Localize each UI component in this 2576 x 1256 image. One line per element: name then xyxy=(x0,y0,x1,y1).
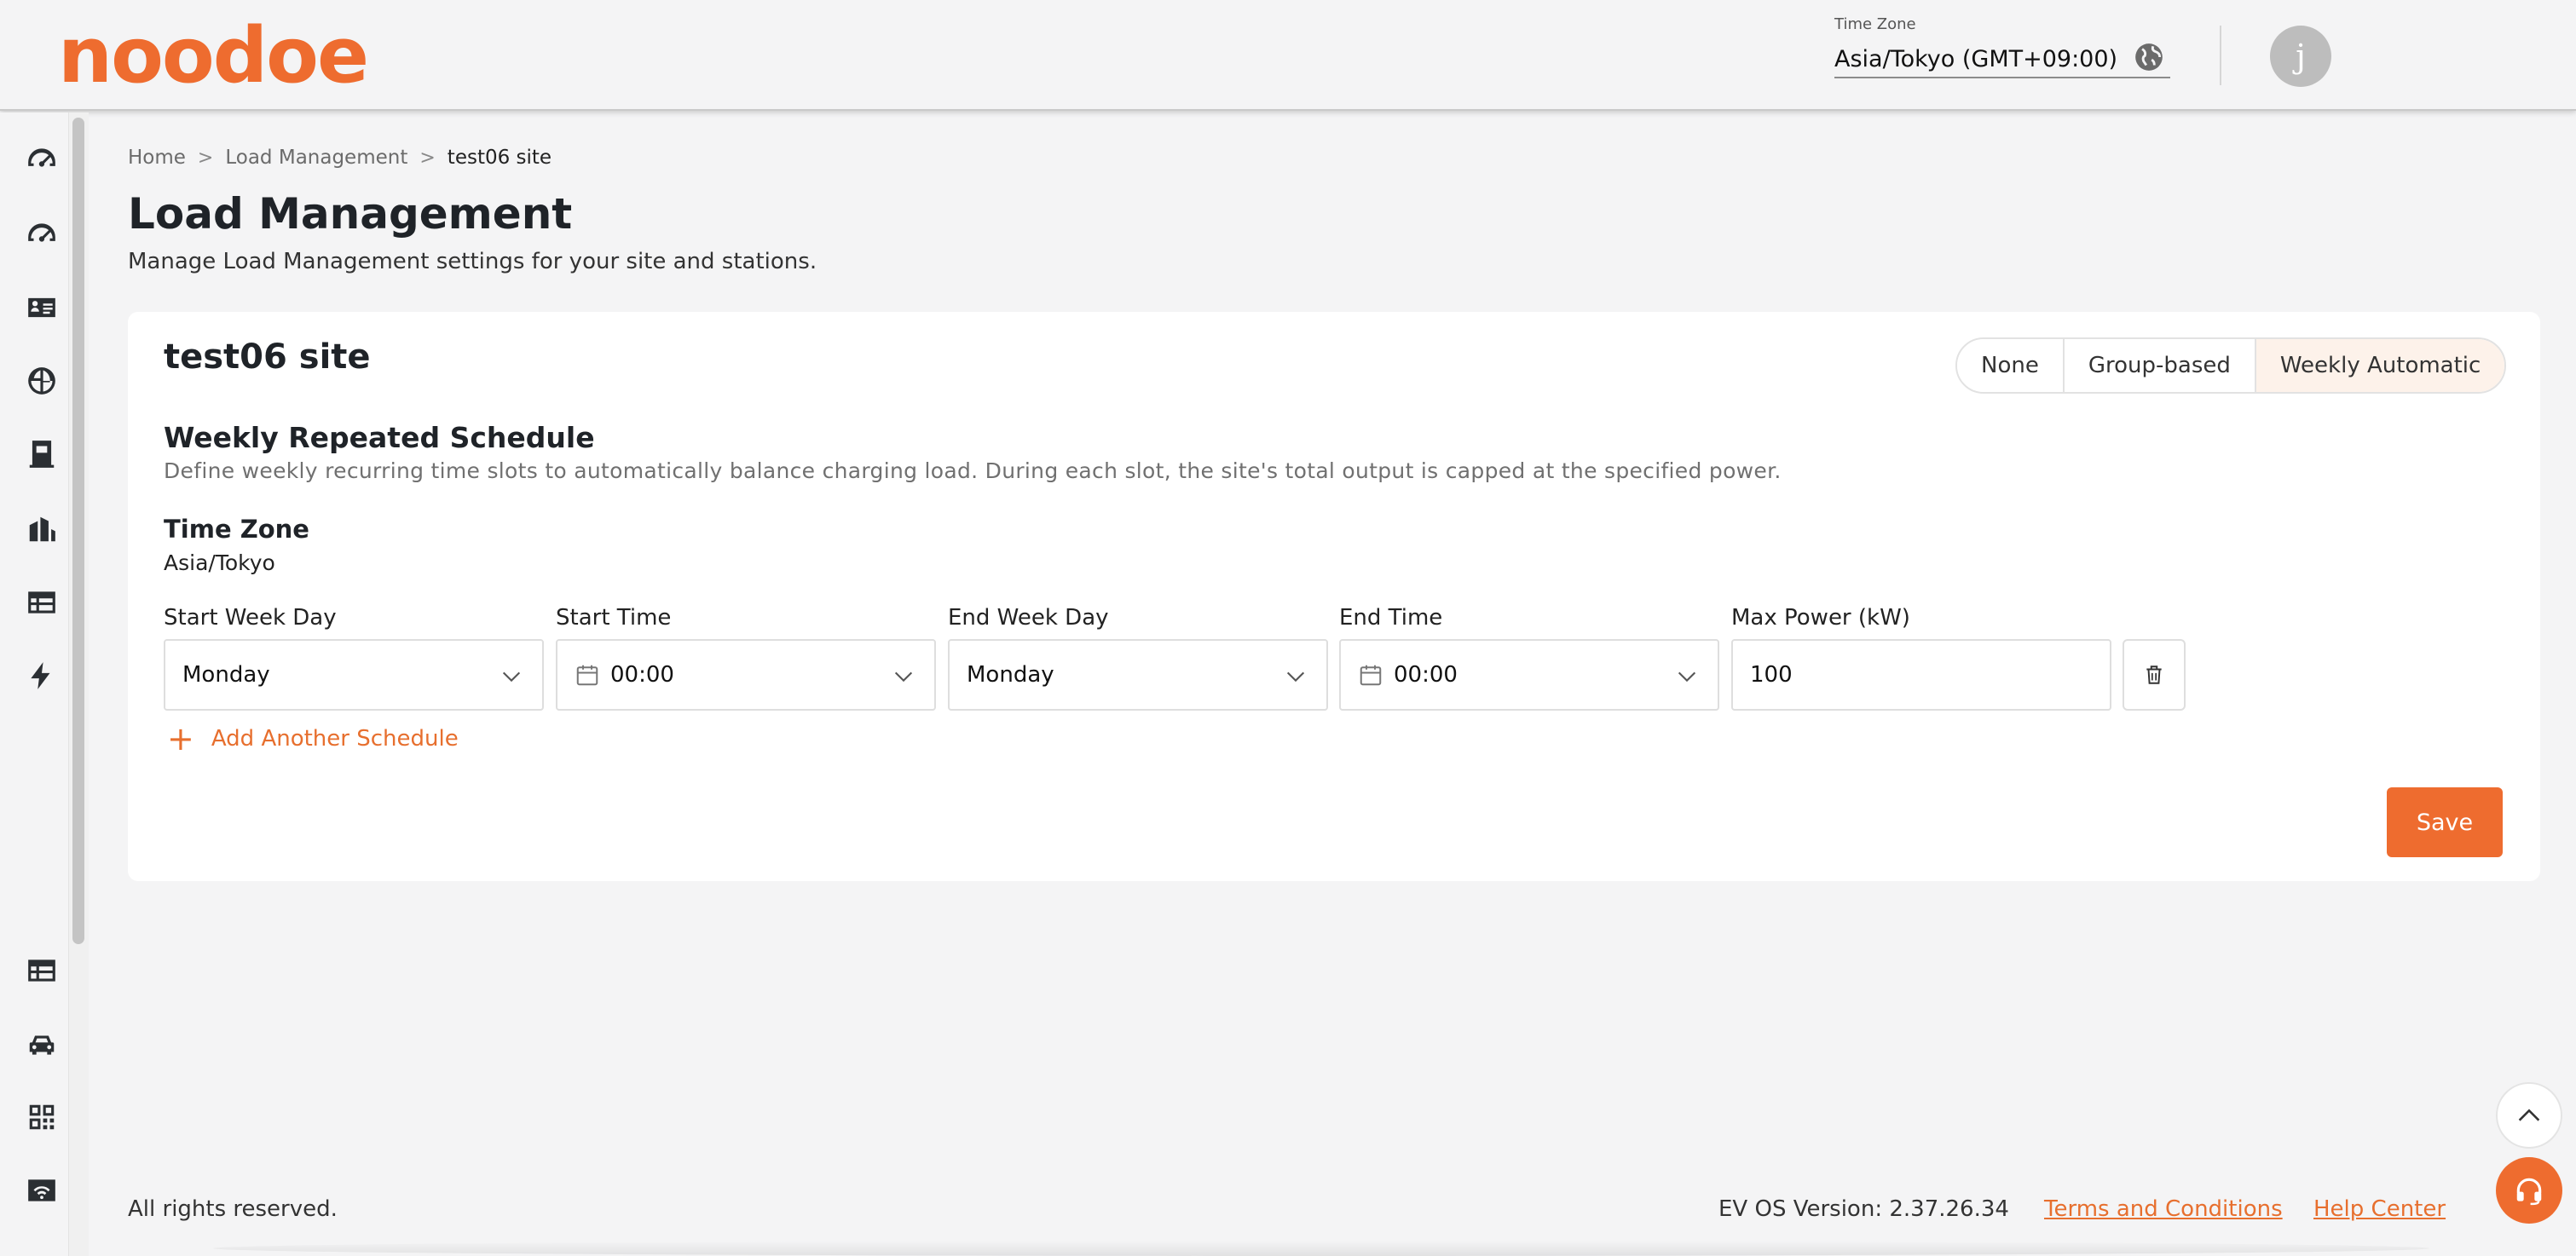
end-week-day-value: Monday xyxy=(967,662,1054,688)
timezone-selector[interactable]: Time Zone Asia/Tokyo (GMT+09:00) xyxy=(1834,15,2170,78)
chevron-up-icon xyxy=(2518,1109,2540,1121)
buildings-icon xyxy=(29,516,55,542)
start-time-value: 00:00 xyxy=(610,662,674,688)
end-time-label: End Time xyxy=(1339,605,1443,631)
sidebar-item-reports[interactable] xyxy=(24,585,60,620)
site-name: test06 site xyxy=(164,337,371,377)
sidebar-item-chargers[interactable] xyxy=(24,436,60,472)
qr-code-icon xyxy=(29,1104,55,1130)
chevron-down-icon xyxy=(1678,671,1696,683)
calendar-icon xyxy=(1360,665,1382,686)
page-subtitle: Manage Load Management settings for your… xyxy=(128,249,817,274)
footer-version: EV OS Version: 2.37.26.34 xyxy=(1718,1196,2009,1222)
globe-icon xyxy=(28,367,55,395)
sidebar-item-sites[interactable] xyxy=(24,511,60,547)
calendar-icon xyxy=(576,665,598,686)
help-center-link[interactable]: Help Center xyxy=(2313,1196,2446,1222)
user-avatar[interactable]: j xyxy=(2270,26,2331,87)
end-time-picker[interactable]: 00:00 xyxy=(1339,639,1719,711)
sidebar-item-dashboard-2[interactable] xyxy=(24,216,60,252)
header-divider xyxy=(2220,26,2221,85)
start-week-day-select[interactable]: Monday xyxy=(164,639,544,711)
table-icon xyxy=(28,959,55,982)
start-week-day-label: Start Week Day xyxy=(164,605,337,631)
max-power-value: 100 xyxy=(1750,662,1793,688)
sidebar-item-vehicles[interactable] xyxy=(24,1026,60,1062)
lightning-icon xyxy=(31,662,50,689)
end-week-day-label: End Week Day xyxy=(948,605,1109,631)
end-time-value: 00:00 xyxy=(1394,662,1458,688)
timezone-value: Asia/Tokyo (GMT+09:00) xyxy=(1834,46,2118,72)
add-another-schedule-button[interactable]: + Add Another Schedule xyxy=(167,720,459,758)
breadcrumb-home[interactable]: Home xyxy=(128,147,186,169)
end-week-day-select[interactable]: Monday xyxy=(948,639,1328,711)
breadcrumb-separator: > xyxy=(419,147,436,169)
sidebar-item-load-management[interactable] xyxy=(24,658,60,694)
breadcrumb-load-management[interactable]: Load Management xyxy=(225,147,407,169)
dashboard-gauge-icon xyxy=(28,223,55,242)
chevron-down-icon xyxy=(1286,671,1305,683)
dashboard-gauge-icon xyxy=(28,148,55,167)
timezone-heading: Time Zone xyxy=(164,515,309,544)
breadcrumb: Home > Load Management > test06 site xyxy=(128,147,552,169)
mode-none-button[interactable]: None xyxy=(1957,339,2065,392)
section-title: Weekly Repeated Schedule xyxy=(164,421,595,454)
timezone-label: Time Zone xyxy=(1834,15,1916,33)
section-description: Define weekly recurring time slots to au… xyxy=(164,458,1782,483)
chevron-down-icon xyxy=(894,671,913,683)
delete-schedule-button[interactable] xyxy=(2123,639,2186,711)
id-card-icon xyxy=(28,297,55,318)
car-icon xyxy=(29,1035,55,1055)
footer-rights: All rights reserved. xyxy=(128,1196,338,1222)
headset-icon xyxy=(2516,1178,2542,1206)
page-title: Load Management xyxy=(128,189,573,239)
chevron-down-icon xyxy=(502,671,521,683)
save-button[interactable]: Save xyxy=(2387,787,2503,857)
add-another-schedule-label: Add Another Schedule xyxy=(211,726,459,752)
breadcrumb-separator: > xyxy=(197,147,214,169)
terms-link[interactable]: Terms and Conditions xyxy=(2044,1196,2283,1222)
support-button[interactable] xyxy=(2496,1157,2562,1224)
sidebar-scrollbar-thumb[interactable] xyxy=(72,118,84,944)
mode-segmented-control: None Group-based Weekly Automatic xyxy=(1955,337,2507,394)
trash-icon xyxy=(2146,665,2162,684)
sidebar-item-network[interactable] xyxy=(24,363,60,399)
max-power-input[interactable]: 100 xyxy=(1731,639,2111,711)
top-header: noodoe Time Zone Asia/Tokyo (GMT+09:00) … xyxy=(0,0,2576,111)
bottom-shadow xyxy=(213,1241,2429,1256)
mode-weekly-automatic-button[interactable]: Weekly Automatic xyxy=(2255,339,2505,392)
globe-icon xyxy=(2135,43,2163,71)
load-management-card: test06 site None Group-based Weekly Auto… xyxy=(128,312,2540,881)
sidebar-item-billing[interactable] xyxy=(24,953,60,988)
table-icon xyxy=(28,591,55,614)
start-week-day-value: Monday xyxy=(182,662,270,688)
sidebar-item-qr-codes[interactable] xyxy=(24,1099,60,1135)
wifi-card-icon xyxy=(28,1179,55,1201)
plus-icon: + xyxy=(167,720,194,758)
timezone-text: Asia/Tokyo xyxy=(164,550,275,575)
charger-icon xyxy=(29,441,55,468)
start-time-picker[interactable]: 00:00 xyxy=(556,639,936,711)
breadcrumb-current: test06 site xyxy=(447,147,552,169)
sidebar-item-accounts[interactable] xyxy=(24,290,60,326)
scroll-to-top-button[interactable] xyxy=(2496,1082,2562,1149)
max-power-label: Max Power (kW) xyxy=(1731,605,1910,631)
noodoe-logo[interactable]: noodoe xyxy=(58,14,369,99)
mode-group-based-button[interactable]: Group-based xyxy=(2064,339,2256,392)
start-time-label: Start Time xyxy=(556,605,672,631)
sidebar-item-dashboard[interactable] xyxy=(24,141,60,177)
sidebar-item-rfid-cards[interactable] xyxy=(24,1172,60,1208)
